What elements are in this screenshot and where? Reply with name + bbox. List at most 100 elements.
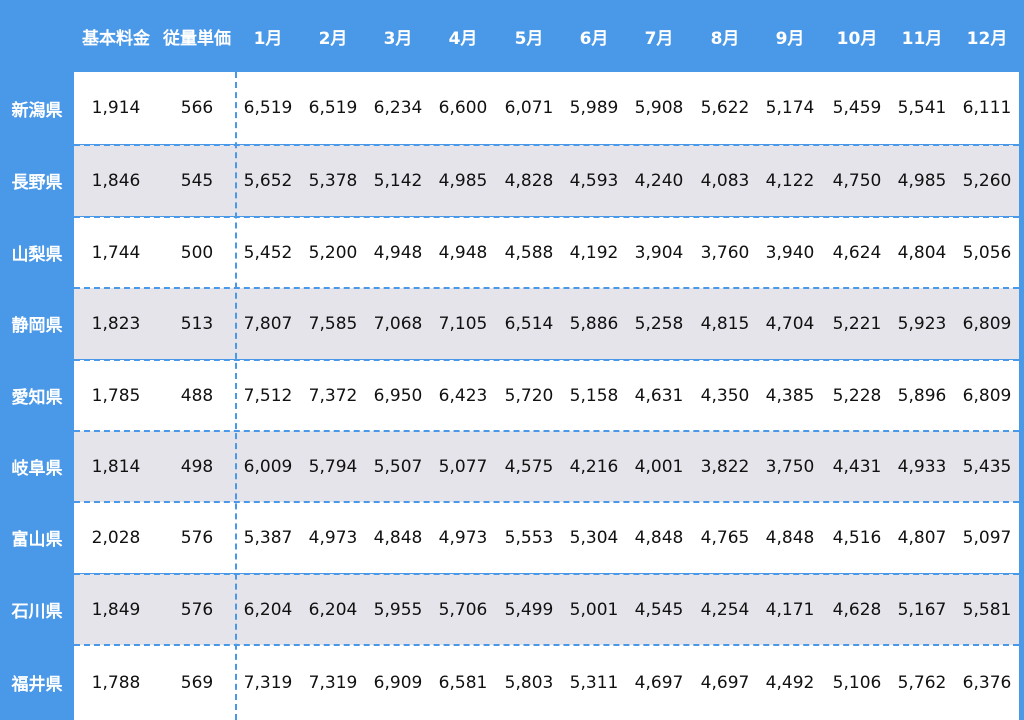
monthly-value-cell: 6,950: [373, 385, 423, 406]
prefecture-label: 静岡県: [0, 288, 74, 359]
monthly-value-cell: 7,512: [243, 385, 293, 406]
column-header: 12月: [966, 28, 1008, 49]
monthly-value-cell: 6,519: [243, 98, 293, 118]
monthly-value-cell: 5,553: [504, 527, 554, 548]
monthly-value-cell: 5,221: [832, 313, 882, 334]
monthly-value-cell: 5,452: [243, 242, 293, 263]
row-divider: [74, 501, 1019, 503]
monthly-value-cell: 3,822: [700, 456, 750, 477]
monthly-value-cell: 6,909: [373, 672, 423, 693]
monthly-value-cell: 4,985: [897, 170, 947, 191]
monthly-value-cell: 4,122: [765, 170, 815, 191]
monthly-value-cell: 4,575: [504, 456, 554, 477]
table-row: 富山県 2,028 576 5,387 4,973 4,848 4,973 5,553 5,30…: [0, 502, 1024, 573]
unit-price-cell: 498: [180, 456, 214, 477]
monthly-value-cell: 5,720: [504, 385, 554, 406]
column-header: 8月: [710, 28, 740, 49]
monthly-value-cell: 5,106: [832, 672, 882, 693]
monthly-value-cell: 6,519: [308, 98, 358, 118]
monthly-value-cell: 3,940: [765, 242, 815, 263]
monthly-value-cell: 7,372: [308, 385, 358, 406]
row-divider: [74, 359, 1019, 361]
monthly-value-cell: 4,948: [438, 242, 488, 263]
monthly-value-cell: 4,750: [832, 170, 882, 191]
monthly-value-cell: 5,955: [373, 599, 423, 620]
row-divider: [74, 216, 1019, 218]
monthly-value-cell: 4,985: [438, 170, 488, 191]
prefecture-label: 福井県: [0, 645, 74, 720]
monthly-value-cell: 6,581: [438, 672, 488, 693]
monthly-value-cell: 6,234: [373, 98, 423, 118]
monthly-value-cell: 5,260: [962, 170, 1012, 191]
monthly-value-cell: 4,804: [897, 242, 947, 263]
monthly-value-cell: 4,765: [700, 527, 750, 548]
column-divider: [235, 72, 237, 720]
table-row: 新潟県 1,914 566 6,519 6,519 6,234 6,600 6,071 5,98…: [0, 72, 1024, 144]
prefecture-label: 山梨県: [0, 217, 74, 288]
monthly-value-cell: 5,158: [569, 385, 619, 406]
monthly-value-cell: 3,904: [634, 242, 684, 263]
monthly-value-cell: 4,588: [504, 242, 554, 263]
monthly-value-cell: 4,254: [700, 599, 750, 620]
monthly-value-cell: 4,624: [832, 242, 882, 263]
monthly-value-cell: 4,192: [569, 242, 619, 263]
table-row: 福井県 1,788 569 7,319 7,319 6,909 6,581 5,803 5,31…: [0, 645, 1024, 720]
monthly-value-cell: 6,809: [962, 385, 1012, 406]
table-row: 山梨県 1,744 500 5,452 5,200 4,948 4,948 4,588 4,19…: [0, 217, 1024, 288]
monthly-value-cell: 7,068: [373, 313, 423, 334]
monthly-value-cell: 5,762: [897, 672, 947, 693]
monthly-value-cell: 5,077: [438, 456, 488, 477]
monthly-value-cell: 6,600: [438, 98, 488, 118]
monthly-value-cell: 4,848: [765, 527, 815, 548]
monthly-value-cell: 7,585: [308, 313, 358, 334]
monthly-value-cell: 6,809: [962, 313, 1012, 334]
monthly-value-cell: 7,319: [243, 672, 293, 693]
table-row: 石川県 1,849 576 6,204 6,204 5,955 5,706 5,499 5,00…: [0, 574, 1024, 645]
monthly-value-cell: 3,760: [700, 242, 750, 263]
monthly-value-cell: 4,216: [569, 456, 619, 477]
base-fee-cell: 1,914: [91, 98, 141, 118]
unit-price-cell: 545: [180, 170, 214, 191]
base-fee-cell: 1,785: [91, 385, 141, 406]
monthly-value-cell: 5,923: [897, 313, 947, 334]
column-header: 基本料金: [82, 28, 150, 49]
monthly-value-cell: 5,435: [962, 456, 1012, 477]
column-header: 5月: [514, 28, 544, 49]
column-header: 3月: [383, 28, 413, 49]
monthly-value-cell: 7,807: [243, 313, 293, 334]
monthly-value-cell: 5,541: [897, 98, 947, 118]
column-header: 11月: [901, 28, 943, 49]
monthly-value-cell: 5,908: [634, 98, 684, 118]
monthly-value-cell: 6,514: [504, 313, 554, 334]
monthly-value-cell: 5,387: [243, 527, 293, 548]
monthly-value-cell: 5,174: [765, 98, 815, 118]
monthly-value-cell: 4,848: [373, 527, 423, 548]
monthly-value-cell: 4,171: [765, 599, 815, 620]
base-fee-cell: 2,028: [91, 527, 141, 548]
monthly-value-cell: 5,499: [504, 599, 554, 620]
monthly-value-cell: 4,240: [634, 170, 684, 191]
monthly-value-cell: 5,056: [962, 242, 1012, 263]
monthly-value-cell: 5,581: [962, 599, 1012, 620]
monthly-value-cell: 6,423: [438, 385, 488, 406]
unit-price-cell: 576: [180, 527, 214, 548]
monthly-value-cell: 4,631: [634, 385, 684, 406]
monthly-value-cell: 7,105: [438, 313, 488, 334]
prefecture-label: 岐阜県: [0, 431, 74, 502]
monthly-value-cell: 5,258: [634, 313, 684, 334]
column-header: 従量単価: [163, 28, 231, 49]
monthly-value-cell: 4,948: [373, 242, 423, 263]
row-divider: [74, 430, 1019, 432]
monthly-value-cell: 4,492: [765, 672, 815, 693]
column-header: 1月: [253, 28, 283, 49]
unit-price-cell: 488: [180, 385, 214, 406]
monthly-value-cell: 4,973: [308, 527, 358, 548]
monthly-value-cell: 5,304: [569, 527, 619, 548]
monthly-value-cell: 4,973: [438, 527, 488, 548]
monthly-value-cell: 4,385: [765, 385, 815, 406]
monthly-value-cell: 5,228: [832, 385, 882, 406]
monthly-value-cell: 5,652: [243, 170, 293, 191]
column-header: 4月: [448, 28, 478, 49]
monthly-value-cell: 4,704: [765, 313, 815, 334]
base-fee-cell: 1,744: [91, 242, 141, 263]
